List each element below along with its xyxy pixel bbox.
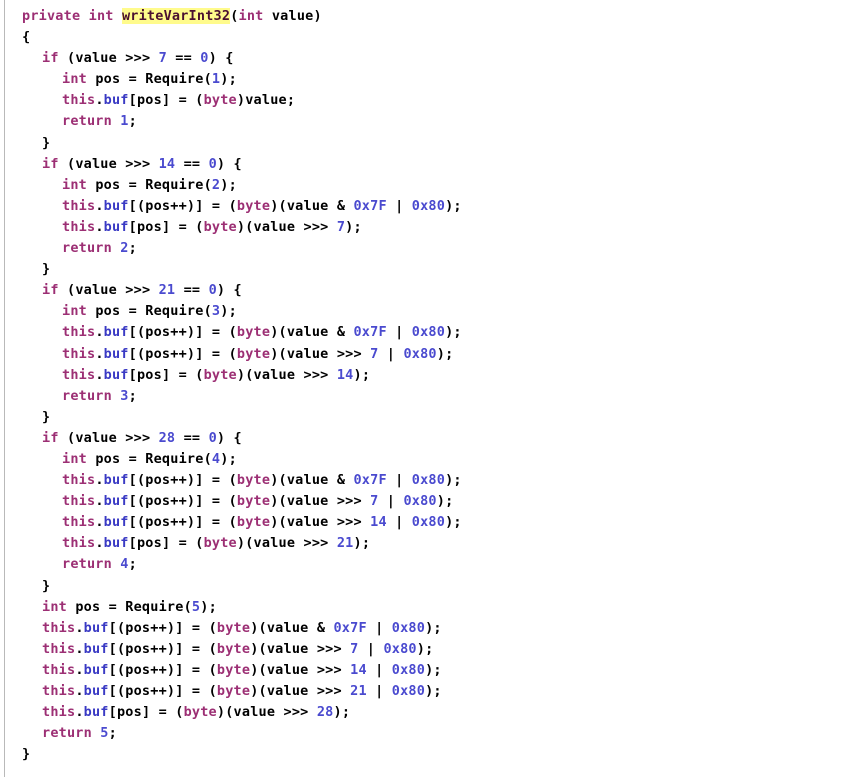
code-line: return 3; — [62, 387, 137, 404]
code-line: this.buf[(pos++)] = (byte)(value >>> 7 |… — [62, 493, 454, 510]
code-line: int pos = Require(4); — [62, 450, 237, 467]
code-line: this.buf[pos] = (byte)(value >>> 7); — [62, 218, 362, 235]
code-line: this.buf[pos] = (byte)(value >>> 28); — [42, 704, 351, 721]
search-highlight-match: writeVarInt32 — [121, 8, 231, 24]
code-line: int pos = Require(1); — [62, 71, 237, 88]
code-line: this.buf[(pos++)] = (byte)(value & 0x7F … — [62, 472, 462, 489]
code-line: this.buf[(pos++)] = (byte)(value >>> 7 |… — [42, 640, 434, 657]
code-line: int pos = Require(2); — [62, 176, 237, 193]
code-line: return 1; — [62, 113, 137, 130]
code-line: } — [22, 746, 31, 763]
code-line: if (value >>> 21 == 0) { — [42, 282, 242, 299]
source-code-viewer: private int writeVarInt32(int value) { if … — [0, 0, 862, 777]
code-line: this.buf[(pos++)] = (byte)(value & 0x7F … — [62, 324, 462, 341]
code-line: if (value >>> 7 == 0) { — [42, 50, 234, 67]
code-line: int pos = Require(5); — [42, 598, 217, 615]
code-line: this.buf[(pos++)] = (byte)(value >>> 14 … — [42, 661, 442, 678]
code-line: } — [42, 134, 51, 151]
code-line: { — [22, 29, 31, 46]
code-line: this.buf[(pos++)] = (byte)(value >>> 14 … — [62, 514, 462, 531]
code-line: this.buf[(pos++)] = (byte)(value & 0x7F … — [42, 619, 442, 636]
code-line: this.buf[pos] = (byte)(value >>> 14); — [62, 366, 371, 383]
code-line: return 4; — [62, 556, 137, 573]
code-line: this.buf[(pos++)] = (byte)(value >>> 7 |… — [62, 345, 454, 362]
code-line: } — [42, 408, 51, 425]
code-line: if (value >>> 14 == 0) { — [42, 155, 242, 172]
code-line: if (value >>> 28 == 0) { — [42, 429, 242, 446]
code-line: this.buf[pos] = (byte)(value >>> 21); — [62, 535, 371, 552]
code-line: private int writeVarInt32(int value) — [22, 8, 322, 24]
code-block[interactable]: private int writeVarInt32(int value) { if … — [0, 0, 462, 765]
code-line: return 5; — [42, 725, 117, 742]
code-line: } — [42, 577, 51, 594]
code-line: } — [42, 261, 51, 278]
code-line: return 2; — [62, 240, 137, 257]
code-line: this.buf[pos] = (byte)value; — [62, 92, 296, 109]
code-line: int pos = Require(3); — [62, 303, 237, 320]
code-line: this.buf[(pos++)] = (byte)(value >>> 21 … — [42, 683, 442, 699]
code-line: this.buf[(pos++)] = (byte)(value & 0x7F … — [62, 197, 462, 214]
